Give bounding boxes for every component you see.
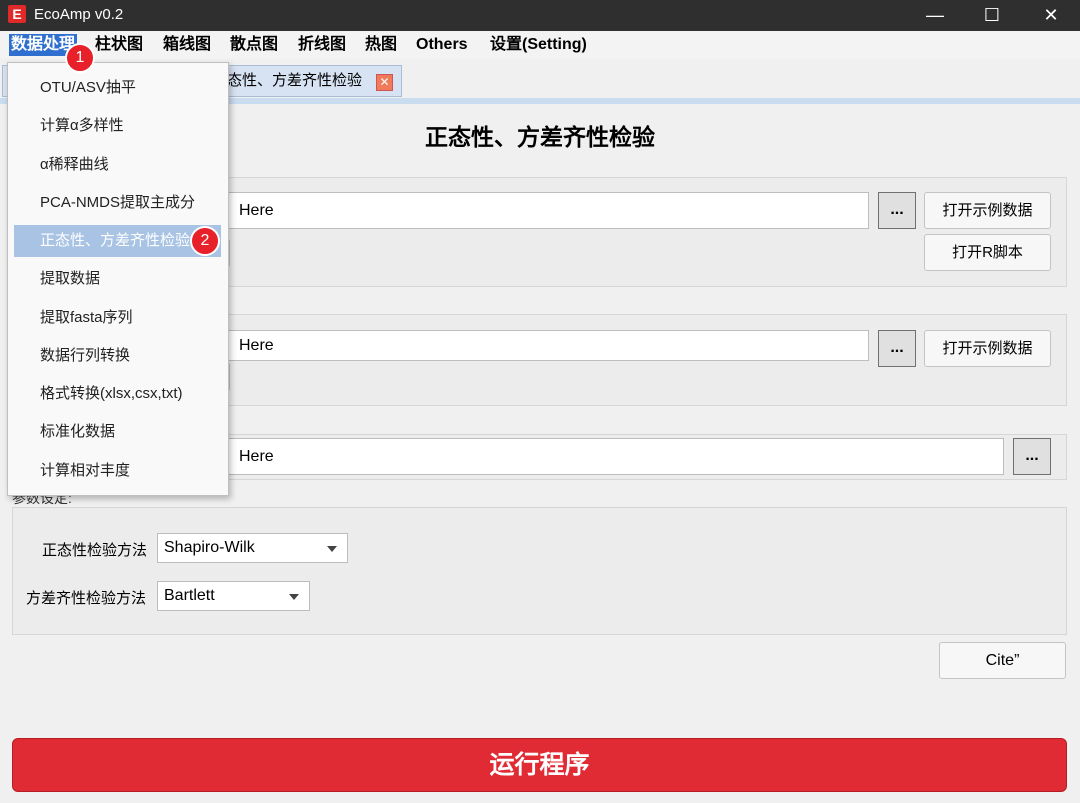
normality-method-select[interactable]: Shapiro-Wilk bbox=[157, 533, 348, 563]
window-title: EcoAmp v0.2 bbox=[34, 6, 124, 23]
run-program-button[interactable]: 运行程序 bbox=[12, 738, 1067, 792]
menu-item-pca-nmds[interactable]: PCA-NMDS提取主成分 bbox=[14, 187, 221, 219]
data-processing-dropdown-menu: OTU/ASV抽平 计算α多样性 α稀释曲线 PCA-NMDS提取主成分 正态性… bbox=[7, 62, 229, 496]
normality-method-value: Shapiro-Wilk bbox=[164, 539, 255, 556]
open-r-script-button[interactable]: 打开R脚本 bbox=[924, 234, 1051, 271]
title-bar: E EcoAmp v0.2 — ☐ ✕ bbox=[0, 0, 1080, 31]
menu-item-extract-fasta[interactable]: 提取fasta序列 bbox=[14, 302, 221, 334]
menu-item-alpha-diversity[interactable]: 计算α多样性 bbox=[14, 110, 221, 142]
menu-item-relative-abundance[interactable]: 计算相对丰度 bbox=[14, 455, 221, 487]
close-window-button[interactable]: ✕ bbox=[1024, 0, 1078, 31]
step-badge-2: 2 bbox=[190, 226, 220, 256]
variance-method-value: Bartlett bbox=[164, 587, 215, 604]
browse-button-1[interactable]: ... bbox=[878, 192, 916, 229]
menu-settings[interactable]: 设置(Setting) bbox=[488, 34, 589, 56]
open-example-data-button-1[interactable]: 打开示例数据 bbox=[924, 192, 1051, 229]
maximize-button[interactable]: ☐ bbox=[965, 0, 1019, 31]
open-example-data-button-2[interactable]: 打开示例数据 bbox=[924, 330, 1051, 367]
browse-button-2[interactable]: ... bbox=[878, 330, 916, 367]
menu-others[interactable]: Others bbox=[414, 34, 470, 56]
menu-item-otu-rarefy[interactable]: OTU/ASV抽平 bbox=[14, 72, 221, 104]
chevron-down-icon bbox=[289, 594, 299, 600]
app-logo-icon: E bbox=[8, 5, 26, 23]
menu-item-transpose[interactable]: 数据行列转换 bbox=[14, 340, 221, 372]
variance-method-label: 方差齐性检验方法 bbox=[26, 590, 147, 607]
cite-button[interactable]: Cite” bbox=[939, 642, 1066, 679]
step-badge-1: 1 bbox=[65, 43, 95, 73]
browse-button-3[interactable]: ... bbox=[1013, 438, 1051, 475]
menu-item-normalize[interactable]: 标准化数据 bbox=[14, 416, 221, 448]
menu-item-format-convert[interactable]: 格式转换(xlsx,csx,txt) bbox=[14, 378, 221, 410]
menu-heatmap[interactable]: 热图 bbox=[363, 34, 399, 56]
minimize-button[interactable]: — bbox=[908, 0, 962, 31]
chevron-down-icon bbox=[327, 546, 337, 552]
menu-item-alpha-rarefaction-curve[interactable]: α稀释曲线 bbox=[14, 149, 221, 181]
menu-boxplot[interactable]: 箱线图 bbox=[161, 34, 213, 56]
menu-item-extract-data[interactable]: 提取数据 bbox=[14, 263, 221, 295]
normality-method-label: 正态性检验方法 bbox=[42, 542, 148, 559]
params-group bbox=[12, 507, 1067, 635]
tab-label: 态性、方差齐性检验 bbox=[227, 72, 363, 89]
menu-scatter[interactable]: 散点图 bbox=[228, 34, 280, 56]
menu-bar-chart[interactable]: 柱状图 bbox=[93, 34, 145, 56]
menu-bar: 数据处理 柱状图 箱线图 散点图 折线图 热图 Others 设置(Settin… bbox=[0, 31, 1080, 59]
menu-line-chart[interactable]: 折线图 bbox=[296, 34, 348, 56]
variance-method-select[interactable]: Bartlett bbox=[157, 581, 310, 611]
tab-close-icon[interactable]: ✕ bbox=[376, 74, 393, 91]
